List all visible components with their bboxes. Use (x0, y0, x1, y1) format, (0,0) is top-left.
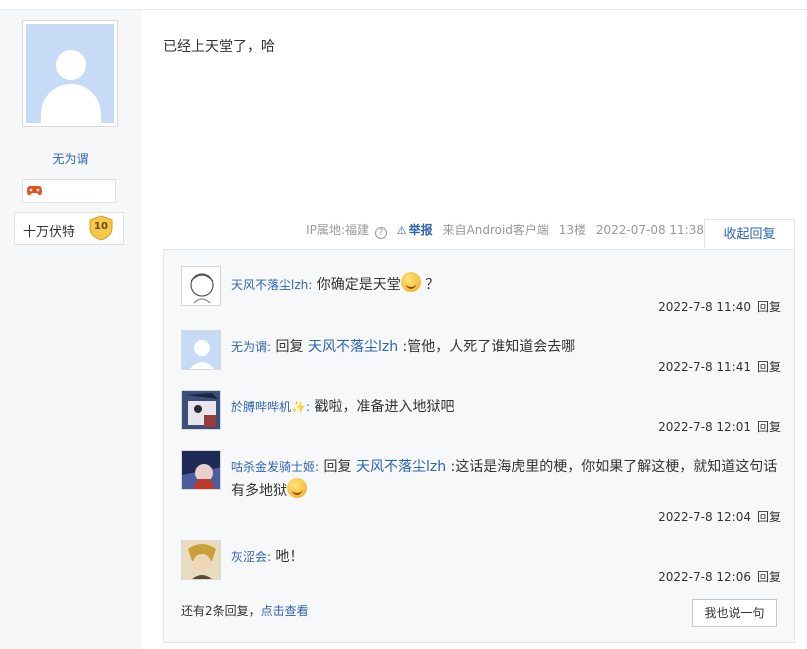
reply-time: 2022-7-8 12:06 (658, 570, 751, 584)
level-title: 十万伏特 (23, 225, 76, 240)
reply-time: 2022-7-8 12:01 (658, 420, 751, 434)
post-meta: IP属地:福建? ⚠ 举报 来自Android客户端 13楼 2022-07-08… (163, 221, 704, 247)
collapse-replies-button[interactable]: 收起回复 (704, 219, 795, 250)
user-avatar[interactable] (181, 266, 221, 306)
reply-button[interactable]: 回复 (757, 300, 781, 314)
warning-icon: ⚠ (396, 224, 407, 237)
ip-location: IP属地:福建 (306, 223, 369, 237)
level-number: 10 (94, 221, 108, 232)
report-link[interactable]: 举报 (409, 223, 433, 237)
reply-time: 2022-7-8 11:41 (658, 360, 751, 374)
reply-time: 2022-7-8 11:40 (658, 300, 751, 314)
reply-meta: 2022-7-8 11:40 回复 (658, 298, 781, 315)
reply-prefix: 回复 (275, 339, 304, 355)
reply-username[interactable]: 无为谓: (231, 340, 271, 354)
floor-number: 13楼 (558, 223, 587, 237)
post-source: 来自Android客户端 (442, 223, 549, 237)
view-more-link[interactable]: 点击查看 (261, 604, 309, 618)
surprised-emoji-icon (287, 478, 307, 498)
reply-username[interactable]: 灰涩会: (231, 550, 271, 564)
reply-username[interactable]: 天风不落尘lzh: (231, 278, 312, 292)
more-count: 还有2条回复， (181, 604, 261, 618)
add-reply-button[interactable]: 我也说一句 (692, 599, 777, 627)
user-avatar[interactable] (181, 330, 221, 370)
reply-meta: 2022-7-8 12:01 回复 (658, 418, 781, 435)
reply-button[interactable]: 回复 (757, 360, 781, 374)
user-avatar[interactable] (181, 450, 221, 490)
reply-username[interactable]: 咕杀金发骑士姬: (231, 460, 319, 474)
post-time: 2022-07-08 11:38 (595, 223, 704, 237)
user-avatar[interactable] (181, 390, 221, 430)
author-badge-box (22, 179, 116, 203)
default-avatar-icon (26, 24, 114, 123)
reply-target-user[interactable]: 天风不落尘lzh (308, 339, 398, 355)
post-content: 已经上天堂了，哈 (163, 39, 275, 55)
gamepad-icon (27, 186, 42, 196)
reply-meta: 2022-7-8 12:04 回复 (658, 508, 781, 525)
reply-panel: 天风不落尘lzh: 你确定是天堂 ？ 2022-7-8 11:40 回复 无为谓:… (163, 249, 795, 643)
reply-button[interactable]: 回复 (757, 510, 781, 524)
reply-prefix: 回复 (323, 459, 352, 475)
reply-text: 你确定是天堂 (316, 277, 401, 293)
user-avatar[interactable] (181, 540, 221, 580)
reply-meta: 2022-7-8 12:06 回复 (658, 568, 781, 585)
reply-text: :管他，人死了谁知道会去哪 (402, 339, 576, 355)
author-name[interactable]: 无为谓 (0, 150, 141, 167)
reply-button[interactable]: 回复 (757, 420, 781, 434)
more-replies: 还有2条回复，点击查看 (181, 602, 309, 619)
level-badge-box[interactable]: 十万伏特 10 (14, 212, 124, 245)
help-icon[interactable]: ? (374, 227, 387, 239)
reply-target-user[interactable]: 天风不落尘lzh (356, 459, 446, 475)
level-shield-icon: 10 (88, 215, 114, 241)
smile-emoji-icon (400, 272, 421, 292)
author-avatar[interactable] (22, 20, 118, 127)
reply-suffix: ？ (425, 277, 440, 293)
reply-text: 戳啦，准备进入地狱吧 (314, 399, 455, 415)
reply-button[interactable]: 回复 (757, 570, 781, 584)
reply-time: 2022-7-8 12:04 (658, 510, 751, 524)
post-page: 无为谓 十万伏特 10 已经上天堂了，哈 IP属地:福建? ⚠ 举报 来自Andr… (0, 0, 807, 649)
reply-username[interactable]: 於膊哔哔机✨: (231, 400, 310, 414)
reply-text: 吔！ (275, 549, 304, 565)
reply-meta: 2022-7-8 11:41 回复 (658, 358, 781, 375)
